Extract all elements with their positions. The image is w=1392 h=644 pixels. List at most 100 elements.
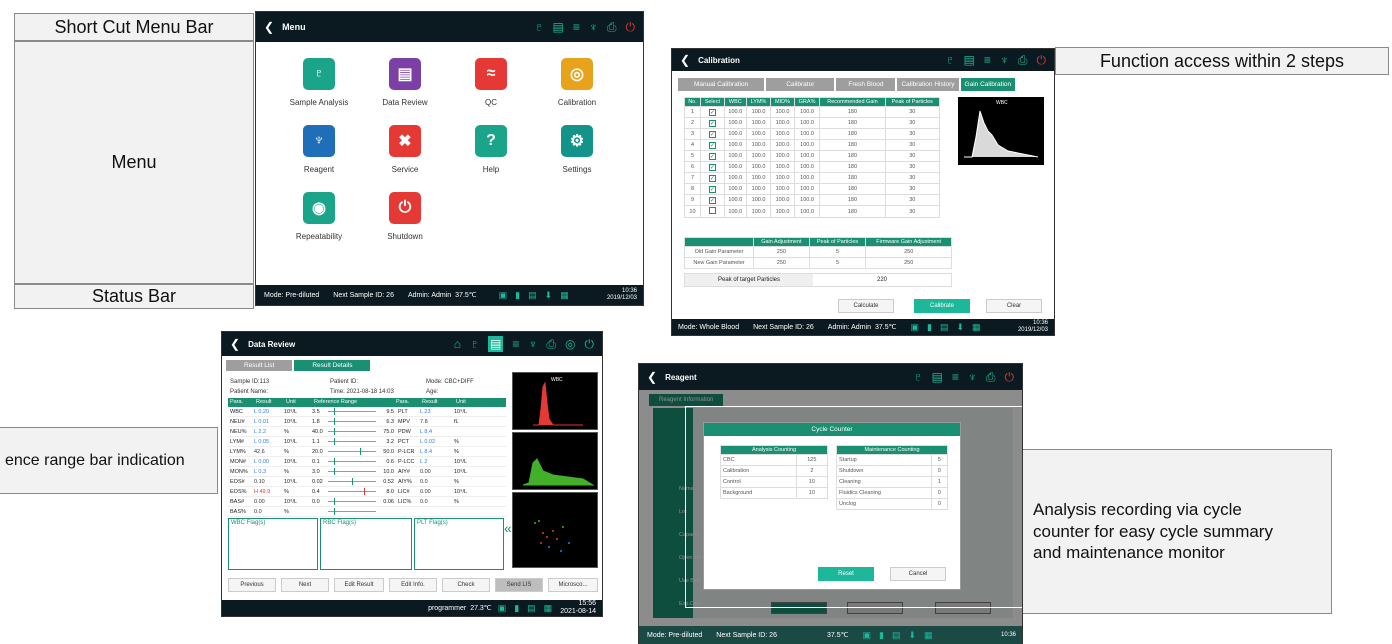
- range-marker: [333, 418, 335, 425]
- send-lis-button[interactable]: Send LIS: [495, 578, 543, 592]
- network-icon: ▣: [498, 289, 508, 300]
- tile-calibration[interactable]: ◎ Calibration: [534, 58, 620, 107]
- qc-shortcut-icon[interactable]: ≡: [952, 371, 959, 383]
- sample-analysis-shortcut-icon[interactable]: ♇: [470, 338, 479, 350]
- param-unit: 10⁹/L: [454, 459, 468, 465]
- reagent-shortcut-icon[interactable]: ♆: [589, 21, 598, 33]
- cancel-button[interactable]: Cancel: [890, 567, 946, 581]
- range-marker: [364, 488, 366, 495]
- print-icon[interactable]: ⎙: [986, 371, 996, 383]
- calibrate-button[interactable]: Calibrate: [914, 299, 970, 313]
- tab-calibration-history[interactable]: Calibration History: [897, 78, 959, 91]
- print-icon[interactable]: ⎙: [607, 21, 617, 33]
- table-cell: 100.0: [793, 172, 821, 184]
- back-icon[interactable]: ❮: [647, 370, 657, 384]
- peak-target-value[interactable]: 220: [813, 277, 951, 283]
- back-icon[interactable]: ❮: [264, 20, 274, 34]
- select-checkbox[interactable]: [708, 207, 716, 214]
- data-review-shortcut-icon[interactable]: ▤: [932, 371, 943, 383]
- tile-qc[interactable]: ≈ QC: [448, 58, 534, 107]
- data-review-shortcut-icon[interactable]: ▤: [488, 336, 504, 352]
- power-icon[interactable]: ⏻: [1005, 371, 1015, 383]
- select-checkbox[interactable]: ✓: [708, 174, 716, 182]
- power-icon[interactable]: ⏻: [1037, 54, 1047, 66]
- data-review-shortcut-icon[interactable]: ▤: [553, 21, 564, 33]
- table-cell[interactable]: [699, 205, 725, 218]
- print-icon[interactable]: ⎙: [1018, 54, 1028, 66]
- reagent-shortcut-icon[interactable]: ♆: [968, 371, 977, 383]
- range-track: [328, 458, 376, 465]
- tile-repeatability[interactable]: ◉ Repeatability: [276, 192, 362, 241]
- param-name: LYM#: [230, 439, 244, 445]
- select-checkbox[interactable]: ✓: [708, 130, 716, 138]
- collapse-chevron-icon[interactable]: «: [504, 520, 512, 536]
- column-header: WBC: [723, 97, 747, 107]
- reagent-shortcut-icon[interactable]: ♆: [528, 338, 537, 350]
- table-cell[interactable]: ✓: [699, 183, 725, 195]
- table-cell: 4: [684, 139, 701, 151]
- back-icon[interactable]: ❮: [680, 53, 690, 67]
- edit-result-button[interactable]: Edit Result: [334, 578, 384, 592]
- back-icon[interactable]: ❮: [230, 337, 240, 351]
- next-button[interactable]: Next: [281, 578, 329, 592]
- data-review-shortcut-icon[interactable]: ▤: [964, 54, 975, 66]
- table-cell: 100.0: [770, 106, 795, 118]
- sample-analysis-shortcut-icon[interactable]: ♇: [535, 21, 544, 33]
- patient-name: Patient Name:: [230, 389, 269, 395]
- tile-service[interactable]: ✖ Service: [362, 125, 448, 174]
- data-review-icon: ▤: [389, 58, 421, 90]
- table-cell[interactable]: ✓: [699, 161, 725, 173]
- tile-settings[interactable]: ⚙ Settings: [534, 125, 620, 174]
- table-cell[interactable]: ✓: [699, 172, 725, 184]
- table-cell[interactable]: ✓: [699, 106, 725, 118]
- select-checkbox[interactable]: ✓: [708, 163, 716, 171]
- tab-gain-calibration[interactable]: Gain Calibration: [960, 78, 1016, 91]
- param-unit: 10⁹/L: [284, 419, 298, 425]
- tile-shutdown[interactable]: ⏻ Shutdown: [362, 192, 448, 241]
- reagent-shortcut-icon[interactable]: ♆: [1000, 54, 1009, 66]
- reset-button[interactable]: Reset: [818, 567, 874, 581]
- previous-button[interactable]: Previous: [228, 578, 276, 592]
- table-cell[interactable]: ✓: [699, 117, 725, 129]
- select-checkbox[interactable]: ✓: [708, 141, 716, 149]
- home-icon[interactable]: ⌂: [454, 338, 461, 350]
- tab-result-list[interactable]: Result List: [226, 360, 293, 371]
- select-checkbox[interactable]: ✓: [708, 185, 716, 193]
- table-cell[interactable]: ✓: [699, 150, 725, 162]
- tab-manual-calibration[interactable]: Manual Calibration: [678, 78, 765, 91]
- check-button[interactable]: Check: [442, 578, 490, 592]
- select-checkbox[interactable]: ✓: [708, 108, 716, 116]
- select-checkbox[interactable]: ✓: [708, 152, 716, 160]
- select-checkbox[interactable]: ✓: [708, 196, 716, 204]
- tile-reagent[interactable]: ♆ Reagent: [276, 125, 362, 174]
- qc-shortcut-icon[interactable]: ≡: [573, 21, 580, 33]
- range-low: 1.1: [312, 438, 320, 445]
- qc-shortcut-icon[interactable]: ≡: [984, 54, 991, 66]
- print-icon[interactable]: ⎙: [546, 338, 556, 350]
- tile-data-review[interactable]: ▤ Data Review: [362, 58, 448, 107]
- power-icon[interactable]: ⏻: [585, 338, 595, 350]
- sample-analysis-shortcut-icon[interactable]: ♇: [914, 371, 923, 383]
- tile-help[interactable]: ? Help: [448, 125, 534, 174]
- tab-fresh-blood[interactable]: Fresh Blood: [836, 78, 896, 91]
- power-icon[interactable]: ⏻: [626, 21, 636, 33]
- table-cell[interactable]: ✓: [699, 139, 725, 151]
- column-header: Result: [422, 399, 438, 405]
- microscope-button[interactable]: Microsco...: [548, 578, 598, 592]
- edit-info-button[interactable]: Edit Info.: [389, 578, 437, 592]
- calibration-shortcut-icon[interactable]: ◎: [565, 338, 575, 350]
- tab-result-details[interactable]: Result Details: [294, 360, 371, 371]
- param-result: 7.8: [420, 419, 428, 425]
- qc-shortcut-icon[interactable]: ≡: [512, 338, 519, 350]
- clear-button[interactable]: Clear: [986, 299, 1042, 313]
- sample-analysis-shortcut-icon[interactable]: ♇: [946, 54, 955, 66]
- tile-sample-analysis[interactable]: ♇ Sample Analysis: [276, 58, 362, 107]
- calculate-button[interactable]: Calculate: [838, 299, 894, 313]
- select-checkbox[interactable]: ✓: [708, 119, 716, 127]
- table-row: 8 ✓ 100.0 100.0 100.0 100.0 180 30: [684, 183, 941, 195]
- table-cell[interactable]: ✓: [699, 194, 725, 206]
- table-cell: 100.0: [745, 150, 772, 162]
- param-name: WBC: [230, 409, 243, 415]
- tab-calibrator[interactable]: Calibrator: [766, 78, 835, 91]
- table-cell[interactable]: ✓: [699, 128, 725, 140]
